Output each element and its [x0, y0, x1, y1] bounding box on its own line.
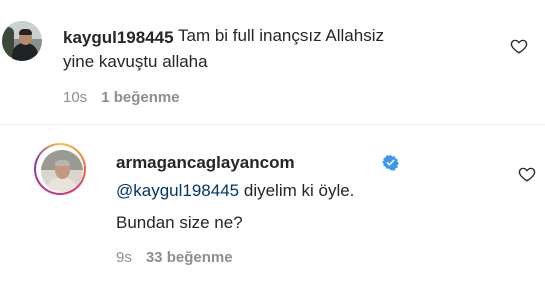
comment-text-line2: yine kavuştu allaha: [63, 52, 208, 71]
reply-text-line2: Bundan size ne?: [116, 213, 243, 232]
avatar[interactable]: [2, 21, 42, 61]
comment-text: Tam bi full inançsız Allahsiz: [178, 26, 384, 45]
reply-text-rest: diyelim ki öyle.: [239, 181, 355, 200]
avatar-story-ring[interactable]: [34, 143, 86, 195]
mention-link[interactable]: @kaygul198445: [116, 181, 239, 200]
reply-item: armagancaglayancom @kaygul198445 diyelim…: [0, 125, 545, 281]
comment-meta: 10s 1 beğenme: [63, 89, 180, 106]
comment-meta: 9s 33 beğenme: [116, 249, 233, 266]
comment-item: kaygul198445 Tam bi full inançsız Allahs…: [0, 0, 545, 125]
heart-outline-icon[interactable]: [510, 37, 528, 55]
comment-time: 10s: [63, 89, 88, 106]
avatar: [41, 150, 83, 192]
comment-likes-count[interactable]: 33 beğenme: [146, 249, 233, 266]
heart-outline-icon[interactable]: [518, 165, 536, 183]
comment-likes-count[interactable]: 1 beğenme: [101, 89, 179, 106]
reply-text: @kaygul198445 diyelim ki öyle.: [116, 178, 354, 204]
comment-username[interactable]: kaygul198445: [63, 28, 174, 48]
comment-username[interactable]: armagancaglayancom: [116, 153, 295, 173]
comment-time: 9s: [116, 249, 132, 266]
verified-badge-icon: [382, 155, 399, 171]
